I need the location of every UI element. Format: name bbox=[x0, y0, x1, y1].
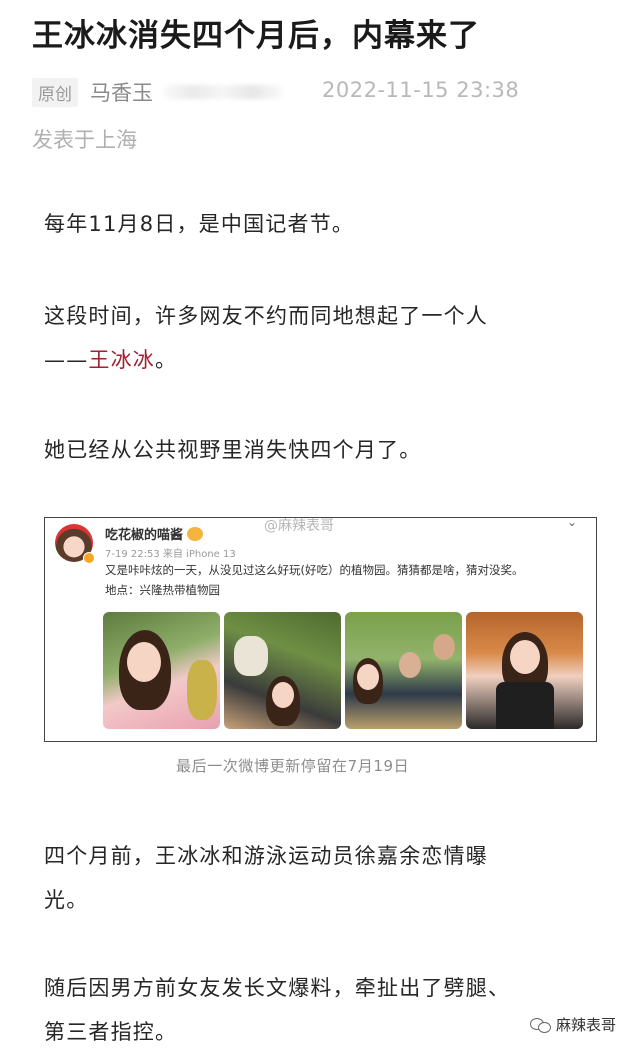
weibo-username-text: 吃花椒的喵酱 bbox=[105, 528, 184, 543]
paragraph-2-line-2: ——王冰冰。 bbox=[44, 338, 177, 382]
wechat-icon bbox=[530, 1018, 552, 1033]
image-caption: 最后一次微博更新停留在7月19日 bbox=[176, 757, 410, 775]
photo-figure-face bbox=[357, 664, 379, 690]
author-name[interactable]: 马香玉 bbox=[90, 77, 153, 107]
photo-figure-face bbox=[272, 682, 294, 708]
weibo-post-screenshot: 吃花椒的喵酱 ⌄ 7-19 22:53 来自 iPhone 13 又是咔咔炫的一… bbox=[44, 515, 597, 742]
paragraph-1: 每年11月8日，是中国记者节。 bbox=[44, 212, 355, 236]
paragraph-4-line-2: 光。 bbox=[44, 888, 89, 912]
publish-location: 发表于上海 bbox=[32, 128, 137, 152]
dash-prefix: —— bbox=[44, 348, 89, 372]
photo-figure-face bbox=[433, 634, 455, 660]
paragraph-5-line-2: 第三者指控。 bbox=[44, 1020, 178, 1044]
wechat-watermark-text: 麻辣表哥 bbox=[556, 1016, 617, 1034]
photo-figure-face bbox=[399, 652, 421, 678]
paragraph-5-line-1: 随后因男方前女友发长文爆料，牵扯出了劈腿、 bbox=[44, 976, 511, 1000]
photo-figure-body bbox=[496, 682, 554, 729]
weibo-photo-3 bbox=[345, 612, 462, 729]
photo-figure-face bbox=[510, 640, 540, 674]
weibo-username: 吃花椒的喵酱 bbox=[105, 524, 204, 543]
original-badge: 原创 bbox=[32, 77, 78, 107]
weibo-photo-4 bbox=[466, 612, 583, 729]
chevron-down-icon: ⌄ bbox=[567, 515, 578, 529]
wechat-watermark: 麻辣表哥 bbox=[530, 1014, 616, 1035]
weibo-photo-2 bbox=[224, 612, 341, 729]
photo-figure-face bbox=[127, 642, 161, 682]
weibo-post-time: 7-19 22:53 来自 iPhone 13 bbox=[105, 549, 236, 560]
publish-date: 2022-11-15 23:38 bbox=[322, 78, 520, 102]
weibo-post-text: 又是咔咔炫的一天，从没见过这么好玩(好吃）的植物园。猜猜都是啥，猜对没奖。 bbox=[105, 563, 524, 577]
highlighted-name: 王冰冰 bbox=[88, 348, 156, 372]
weibo-post-location: 地点：兴隆热带植物园 bbox=[105, 583, 220, 597]
blurred-region bbox=[163, 85, 283, 99]
photo-fruit bbox=[187, 660, 217, 720]
paragraph-2-line-1: 这段时间，许多网友不约而同地想起了一个人 bbox=[44, 304, 488, 328]
weibo-watermark: @麻辣表哥 bbox=[264, 518, 334, 534]
weibo-photo-1 bbox=[103, 612, 220, 729]
paragraph-4-line-1: 四个月前，王冰冰和游泳运动员徐嘉余恋情曝 bbox=[44, 844, 488, 868]
period: 。 bbox=[155, 348, 178, 372]
verified-badge-icon bbox=[83, 552, 95, 564]
emoji-icon bbox=[187, 527, 204, 541]
article-title: 王冰冰消失四个月后，内幕来了 bbox=[32, 18, 480, 54]
photo-fruit bbox=[234, 636, 268, 676]
paragraph-3: 她已经从公共视野里消失快四个月了。 bbox=[44, 438, 422, 462]
article-meta: 原创 马香玉 bbox=[32, 77, 283, 107]
